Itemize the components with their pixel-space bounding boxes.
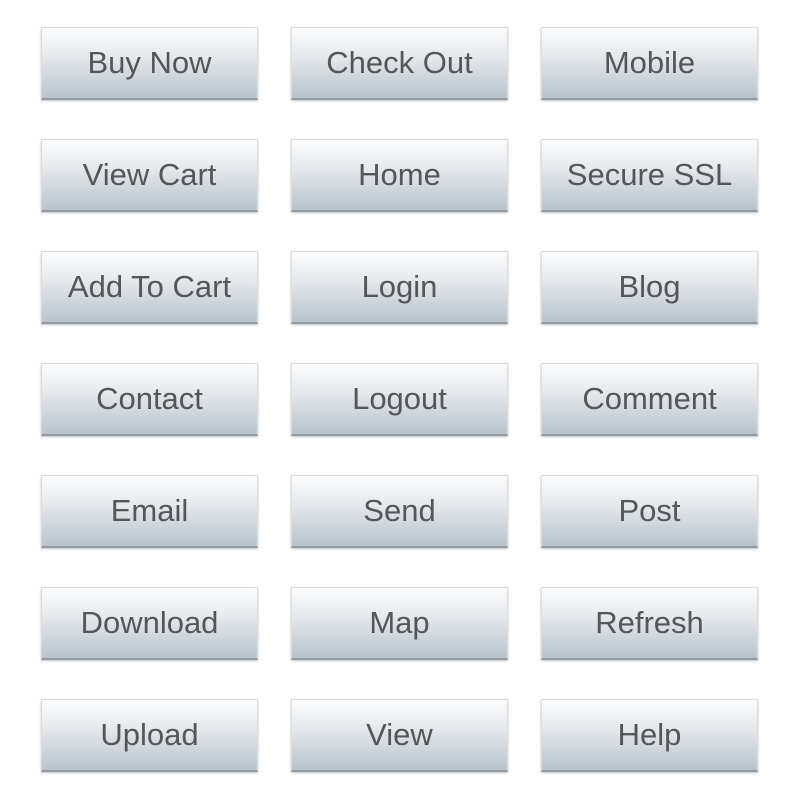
logout-button[interactable]: Logout <box>291 363 508 436</box>
send-button[interactable]: Send <box>291 475 508 548</box>
download-button[interactable]: Download <box>41 587 258 660</box>
view-button[interactable]: View <box>291 699 508 772</box>
map-button[interactable]: Map <box>291 587 508 660</box>
email-button[interactable]: Email <box>41 475 258 548</box>
help-button[interactable]: Help <box>541 699 758 772</box>
blog-button[interactable]: Blog <box>541 251 758 324</box>
buy-now-button[interactable]: Buy Now <box>41 27 258 100</box>
add-to-cart-button[interactable]: Add To Cart <box>41 251 258 324</box>
home-button[interactable]: Home <box>291 139 508 212</box>
refresh-button[interactable]: Refresh <box>541 587 758 660</box>
upload-button[interactable]: Upload <box>41 699 258 772</box>
contact-button[interactable]: Contact <box>41 363 258 436</box>
mobile-button[interactable]: Mobile <box>541 27 758 100</box>
post-button[interactable]: Post <box>541 475 758 548</box>
comment-button[interactable]: Comment <box>541 363 758 436</box>
button-grid: Buy Now Check Out Mobile View Cart Home Secur… <box>41 27 758 772</box>
view-cart-button[interactable]: View Cart <box>41 139 258 212</box>
check-out-button[interactable]: Check Out <box>291 27 508 100</box>
secure-ssl-button[interactable]: Secure SSL <box>541 139 758 212</box>
login-button[interactable]: Login <box>291 251 508 324</box>
